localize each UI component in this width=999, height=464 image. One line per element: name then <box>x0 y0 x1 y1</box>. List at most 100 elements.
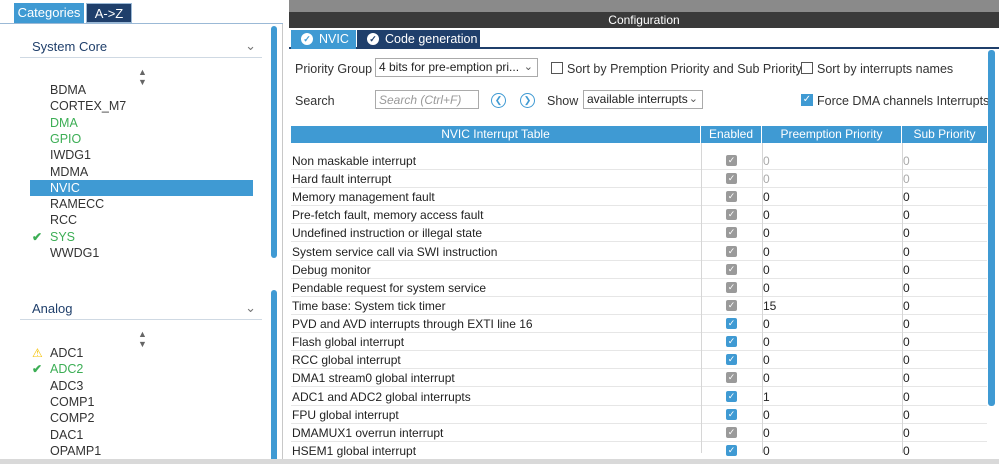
preemption-priority-cell[interactable]: 0 <box>763 315 901 333</box>
sub-priority-cell[interactable]: 0 <box>903 297 987 315</box>
tab-code-generation[interactable]: ✓ Code generation <box>357 30 480 49</box>
sidebar-item-adc3[interactable]: ADC3 <box>30 378 253 394</box>
enabled-checkbox[interactable]: ✓ <box>726 318 737 330</box>
tab-a-to-z[interactable]: A->Z <box>86 3 132 23</box>
sub-priority-cell[interactable]: 0 <box>903 206 987 224</box>
sidebar-item-wwdg1[interactable]: WWDG1 <box>30 245 253 261</box>
sub-priority-cell[interactable]: 0 <box>903 369 987 387</box>
preemption-priority-cell[interactable]: 0 <box>763 279 901 297</box>
table-row[interactable]: DMA1 stream0 global interrupt ✓ 0 0 <box>291 369 987 388</box>
table-row[interactable]: PVD and AVD interrupts through EXTI line… <box>291 315 987 334</box>
preemption-priority-cell[interactable]: 0 <box>763 188 901 206</box>
scrollbar-thumb[interactable] <box>271 290 277 464</box>
sub-priority-cell[interactable]: 0 <box>903 424 987 442</box>
sidebar-item-comp1[interactable]: COMP1 <box>30 394 253 410</box>
enabled-checkbox[interactable]: ✓ <box>726 444 737 456</box>
sub-priority-cell[interactable]: 0 <box>903 388 987 406</box>
sub-priority-cell[interactable]: 0 <box>903 279 987 297</box>
sub-priority-cell[interactable]: 0 <box>903 188 987 206</box>
tab-categories[interactable]: Categories <box>14 3 84 23</box>
sidebar-item-gpio[interactable]: GPIO <box>30 131 253 147</box>
sidebar-item-nvic[interactable]: NVIC <box>30 179 253 196</box>
section-header-analog[interactable]: Analog ⌄ <box>20 298 262 320</box>
preemption-priority-cell[interactable]: 1 <box>763 388 901 406</box>
table-row[interactable]: Flash global interrupt ✓ 0 0 <box>291 333 987 352</box>
enabled-checkbox[interactable]: ✓ <box>726 390 737 402</box>
sidebar-item-comp2[interactable]: COMP2 <box>30 410 253 426</box>
table-row[interactable]: Hard fault interrupt ✓ 0 0 <box>291 170 987 189</box>
table-row[interactable]: ADC1 and ADC2 global interrupts ✓ 1 0 <box>291 388 987 406</box>
sidebar-item-dma[interactable]: DMA <box>30 115 253 131</box>
column-divider <box>762 143 763 453</box>
scrollbar-thumb[interactable] <box>988 50 995 406</box>
preemption-priority-cell[interactable]: 0 <box>763 243 901 261</box>
table-row[interactable]: HSEM1 global interrupt ✓ 0 0 <box>291 442 987 460</box>
table-row[interactable]: Undefined instruction or illegal state ✓ 0… <box>291 224 987 243</box>
sidebar-item-dac1[interactable]: DAC1 <box>30 427 253 443</box>
sidebar-item-label: ADC1 <box>50 346 84 360</box>
search-input[interactable] <box>375 90 479 109</box>
enabled-checkbox: ✓ <box>726 227 737 239</box>
preemption-priority-cell[interactable]: 0 <box>763 369 901 387</box>
sub-priority-cell[interactable]: 0 <box>903 333 987 351</box>
next-icon[interactable]: ❯ <box>520 93 535 108</box>
scrollbar-thumb[interactable] <box>271 26 277 258</box>
sub-priority-cell[interactable]: 0 <box>903 442 987 460</box>
sidebar-item-bdma[interactable]: BDMA <box>30 82 253 98</box>
enabled-checkbox[interactable]: ✓ <box>726 408 737 420</box>
sidebar-item-adc1[interactable]: ⚠ ADC1 <box>30 345 253 361</box>
table-row[interactable]: Time base: System tick timer ✓ 15 0 <box>291 297 987 315</box>
table-row[interactable]: Debug monitor ✓ 0 0 <box>291 261 987 279</box>
previous-icon[interactable]: ❮ <box>491 93 506 108</box>
table-row[interactable]: Pre-fetch fault, memory access fault ✓ 0 0 <box>291 206 987 225</box>
show-select[interactable]: available interrupts ⌄ <box>583 90 703 109</box>
column-header-preemption[interactable]: Preemption Priority <box>762 126 902 143</box>
preemption-priority-cell[interactable]: 0 <box>763 224 901 242</box>
sidebar-item-sys[interactable]: ✔ SYS <box>30 229 253 245</box>
column-header-sub-priority[interactable]: Sub Priority <box>902 126 987 143</box>
table-row[interactable]: DMAMUX1 overrun interrupt ✓ 0 0 <box>291 424 987 442</box>
preemption-priority-cell[interactable]: 0 <box>763 261 901 279</box>
sub-priority-cell[interactable]: 0 <box>903 243 987 261</box>
preemption-priority-cell[interactable]: 0 <box>763 442 901 460</box>
sidebar-item-mdma[interactable]: MDMA <box>30 164 253 180</box>
sort-names-checkbox[interactable] <box>801 62 813 74</box>
sort-premption-checkbox[interactable] <box>551 62 563 74</box>
column-header-name[interactable]: NVIC Interrupt Table <box>291 126 701 143</box>
chevron-down-icon[interactable]: ⌄ <box>245 300 256 316</box>
column-header-enabled[interactable]: Enabled <box>701 126 762 143</box>
enabled-checkbox[interactable]: ✓ <box>726 354 737 366</box>
sub-priority-cell[interactable]: 0 <box>903 351 987 369</box>
sidebar-item-iwdg1[interactable]: IWDG1 <box>30 147 253 163</box>
enabled-checkbox: ✓ <box>726 209 737 221</box>
enabled-checkbox[interactable]: ✓ <box>726 336 737 348</box>
sub-priority-cell[interactable]: 0 <box>903 261 987 279</box>
preemption-priority-cell[interactable]: 0 <box>763 333 901 351</box>
preemption-priority-cell[interactable]: 15 <box>763 297 901 315</box>
tab-nvic[interactable]: ✓ NVIC <box>291 30 356 49</box>
sub-priority-cell[interactable]: 0 <box>903 315 987 333</box>
sub-priority-cell: 0 <box>903 172 910 187</box>
sidebar-item-cortex_m7[interactable]: CORTEX_M7 <box>30 98 253 114</box>
sidebar-item-opamp1[interactable]: OPAMP1 <box>30 443 253 459</box>
preemption-priority-cell[interactable]: 0 <box>763 351 901 369</box>
table-row[interactable]: FPU global interrupt ✓ 0 0 <box>291 406 987 424</box>
table-row[interactable]: RCC global interrupt ✓ 0 0 <box>291 351 987 370</box>
table-row[interactable]: Non maskable interrupt ✓ 0 0 <box>291 152 987 170</box>
section-header-system-core[interactable]: System Core ⌄ <box>20 36 262 58</box>
table-row[interactable]: Memory management fault ✓ 0 0 <box>291 188 987 207</box>
chevron-down-icon[interactable]: ⌄ <box>245 38 256 54</box>
sub-priority-cell[interactable]: 0 <box>903 224 987 242</box>
preemption-priority-cell[interactable]: 0 <box>763 424 901 442</box>
sidebar-item-adc2[interactable]: ✔ ADC2 <box>30 361 253 377</box>
sub-priority-cell[interactable]: 0 <box>903 406 987 424</box>
sub-priority-cell: 0 <box>903 154 910 168</box>
force-dma-checkbox[interactable]: ✓ <box>801 94 813 106</box>
sidebar-item-rcc[interactable]: RCC <box>30 212 253 228</box>
preemption-priority-cell[interactable]: 0 <box>763 206 901 224</box>
priority-group-select[interactable]: 4 bits for pre-emption pri... ⌄ <box>375 58 538 77</box>
sidebar-item-ramecc[interactable]: RAMECC <box>30 196 253 212</box>
preemption-priority-cell[interactable]: 0 <box>763 406 901 424</box>
table-row[interactable]: System service call via SWI instruction ✓… <box>291 243 987 261</box>
table-row[interactable]: Pendable request for system service ✓ 0 0 <box>291 279 987 297</box>
